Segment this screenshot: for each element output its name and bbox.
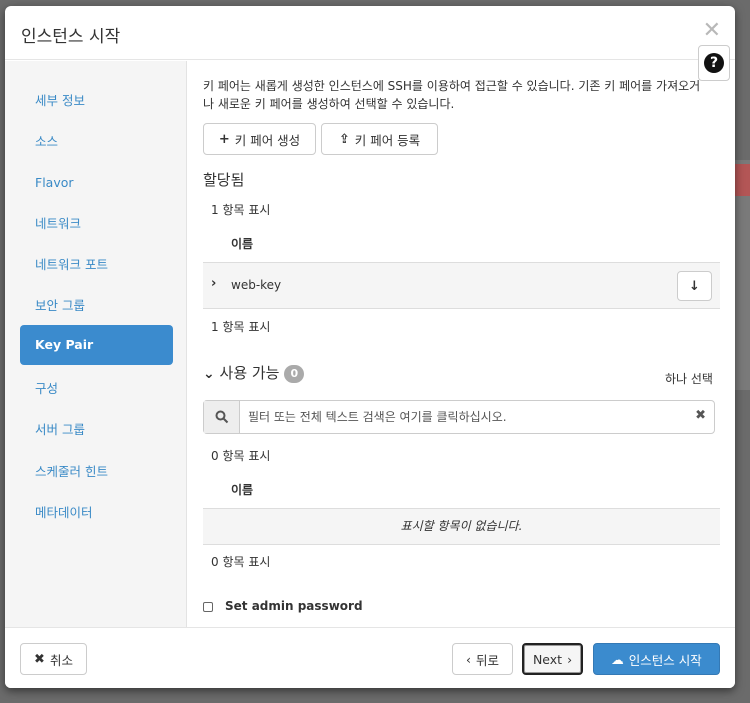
sidebar-item-networks[interactable]: 네트워크 [20,204,173,244]
sidebar-item-security-groups[interactable]: 보안 그룹 [20,286,173,326]
plus-icon: + [218,131,230,147]
wizard-sidebar: 세부 정보 소스 Flavor 네트워크 네트워크 포트 보안 그룹 Key P… [5,61,187,627]
launch-instance-button[interactable]: ☁ 인스턴스 시작 [593,643,720,675]
allocated-key-name: web-key [231,278,282,292]
modal-footer: ✖ 취소 ‹ 뒤로 Next › ☁ 인스턴스 시작 [5,627,735,688]
filter-search: ✖ [203,400,715,434]
chevron-left-icon: ‹ [465,651,471,667]
sidebar-item-flavor[interactable]: Flavor [20,163,173,203]
arrow-down-icon: ↓ [689,278,700,294]
import-key-pair-label: 키 페어 등록 [354,132,421,148]
available-col-name: 이름 [231,483,254,497]
available-title: 사용 가능 [219,364,280,382]
search-input[interactable] [248,401,688,433]
modal-title: 인스턴스 시작 [21,27,121,47]
search-icon [204,401,240,433]
create-key-pair-label: 키 페어 생성 [234,132,301,148]
question-icon: ? [704,53,724,73]
help-button[interactable]: ? [698,45,730,81]
back-label: 뒤로 [475,652,499,668]
admin-password-checkbox[interactable] [203,602,213,612]
clear-icon[interactable]: ✖ [695,408,706,423]
sidebar-item-details[interactable]: 세부 정보 [20,81,173,121]
chevron-right-icon: › [567,651,573,667]
allocated-count-top: 1 항목 표시 [211,203,271,217]
chevron-down-icon: ⌄ [203,366,215,382]
allocated-col-name: 이름 [231,237,254,251]
import-key-pair-button[interactable]: ⇪ 키 페어 등록 [321,123,438,155]
available-heading[interactable]: ⌄ 사용 가능 0 [203,362,305,383]
upload-icon: ⇪ [338,131,350,147]
table-row[interactable]: › web-key ↓ [203,262,720,309]
available-count-bottom: 0 항목 표시 [211,555,271,569]
select-one-label: 하나 선택 [665,372,713,386]
sidebar-item-source[interactable]: 소스 [20,122,173,162]
available-count-badge: 0 [284,364,305,383]
deallocate-button[interactable]: ↓ [677,271,712,301]
back-button[interactable]: ‹ 뒤로 [452,643,513,675]
admin-password-label: Set admin password [225,599,363,613]
available-count-top: 0 항목 표시 [211,449,271,463]
allocated-heading: 할당됨 [203,171,245,189]
allocated-count-bottom: 1 항목 표시 [211,320,271,334]
sidebar-item-network-ports[interactable]: 네트워크 포트 [20,245,173,285]
modal-header: 인스턴스 시작 ✕ [5,6,735,60]
empty-message: 표시할 항목이 없습니다. [203,508,720,545]
sidebar-item-key-pair[interactable]: Key Pair [20,325,173,365]
launch-label: 인스턴스 시작 [628,652,702,668]
sidebar-item-configuration[interactable]: 구성 [20,369,173,409]
sidebar-item-scheduler-hints[interactable]: 스케줄러 힌트 [20,452,173,492]
cloud-upload-icon: ☁ [611,651,624,667]
chevron-right-icon[interactable]: › [211,276,216,291]
sidebar-item-server-groups[interactable]: 서버 그룹 [20,410,173,450]
next-label: Next [532,651,563,667]
sidebar-item-metadata[interactable]: 메타데이터 [20,493,173,533]
create-key-pair-button[interactable]: + 키 페어 생성 [203,123,316,155]
next-button[interactable]: Next › [522,643,583,675]
launch-instance-modal: 인스턴스 시작 ✕ 세부 정보 소스 Flavor 네트워크 네트워크 포트 보… [5,6,735,688]
close-icon[interactable]: ✕ [703,18,721,43]
help-text: 키 페어는 새롭게 생성한 인스턴스에 SSH를 이용하여 접근할 수 있습니다… [203,79,701,111]
cancel-button[interactable]: ✖ 취소 [20,643,87,675]
cancel-label: 취소 [49,652,73,668]
close-icon: ✖ [34,651,45,667]
